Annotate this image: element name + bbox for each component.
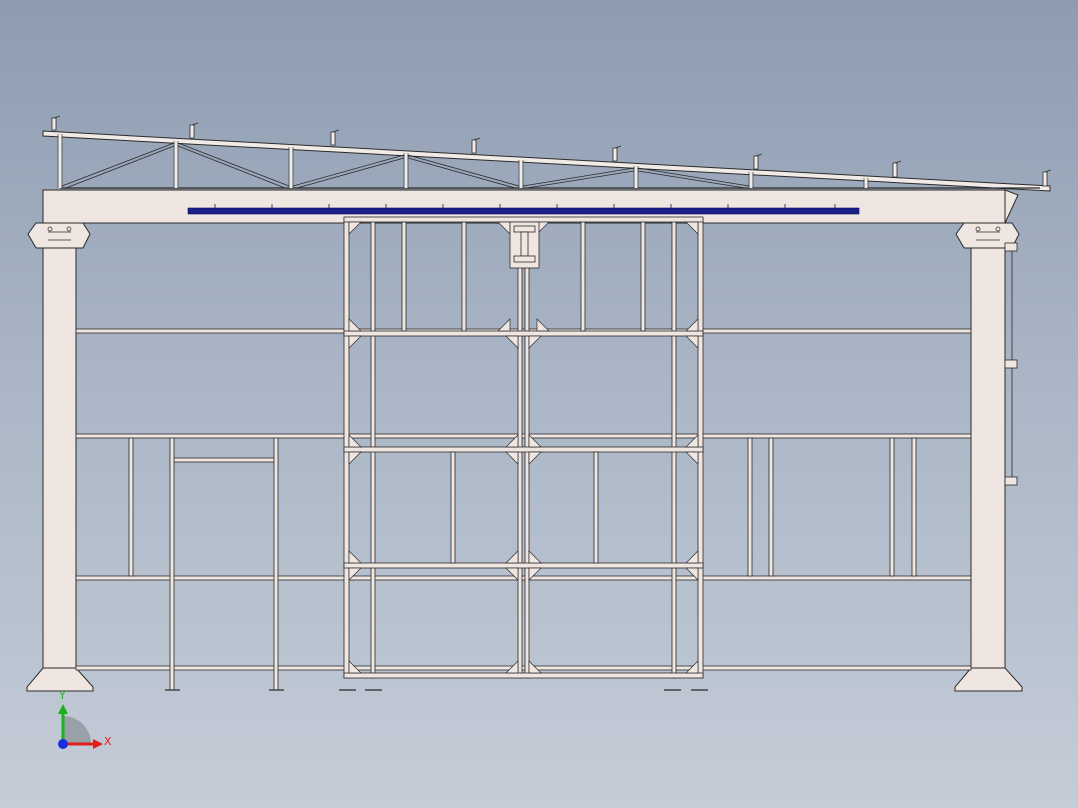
cad-viewport[interactable]: X Y [0,0,1078,808]
wall-girts [75,328,972,671]
column-cap-left [27,222,91,249]
z-axis-icon [58,739,68,749]
hoist-trolley[interactable] [509,221,540,269]
column-brackets-right [1004,242,1018,486]
purlin-clips [51,115,1052,187]
y-axis-label: Y [58,689,66,702]
column-left [42,222,77,692]
beam-end-cap-right [1004,189,1019,224]
base-plate-right [954,667,1023,692]
roof-truss [42,115,1052,192]
coordinate-triad: X Y [58,689,112,749]
column-right [970,222,1006,692]
triad-arc [63,716,91,744]
base-plate-left [26,667,94,692]
door-frame[interactable] [343,216,704,679]
x-axis-label: X [104,735,112,748]
